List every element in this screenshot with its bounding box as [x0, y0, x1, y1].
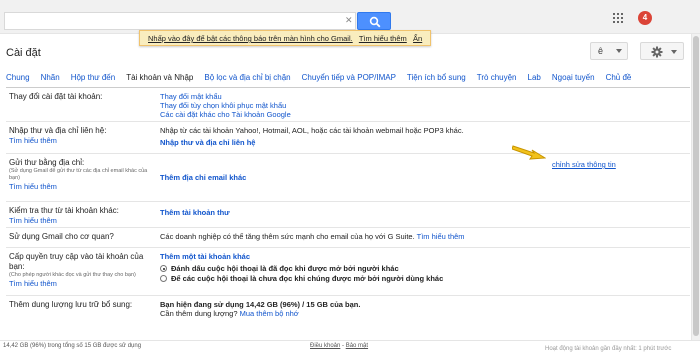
tab-offline[interactable]: Ngoại tuyến	[552, 73, 595, 85]
settings-menu-button[interactable]	[640, 42, 684, 60]
learn-more-link[interactable]: Tìm hiểu thêm	[9, 216, 149, 226]
learn-more-link[interactable]: Tìm hiểu thêm	[417, 232, 465, 241]
mark-read-option[interactable]: Đánh dấu cuộc hội thoại là đã đọc khi đư…	[160, 264, 443, 273]
tab-labels[interactable]: Nhãn	[41, 73, 60, 85]
top-bar: ✕ 4	[0, 0, 700, 34]
radio-unselected[interactable]	[160, 275, 167, 282]
tab-addons[interactable]: Tiện ích bổ sung	[407, 73, 466, 85]
leave-unread-option[interactable]: Để các cuộc hội thoại là chưa đọc khi ch…	[160, 274, 443, 283]
google-account-settings-link[interactable]: Các cài đặt khác cho Tài khoản Google	[160, 110, 291, 119]
scrollbar[interactable]	[691, 34, 700, 340]
add-another-account-button[interactable]: Thêm một tài khoản khác	[160, 252, 443, 261]
search-icon	[369, 16, 381, 28]
footer: 14,42 GB (96%) trong tổng số 15 GB được …	[0, 340, 700, 352]
learn-more-link[interactable]: Tìm hiểu thêm	[9, 182, 149, 192]
row-sublabel: (Sử dụng Gmail để gửi thư từ các địa chỉ…	[9, 168, 148, 181]
row-content: Nhập từ các tài khoản Yahoo!, Hotmail, A…	[160, 126, 464, 147]
tab-labs[interactable]: Lab	[528, 73, 541, 85]
search-button[interactable]	[357, 12, 391, 30]
notification-badge[interactable]: 4	[638, 11, 652, 25]
tab-filters[interactable]: Bộ lọc và địa chỉ bị chặn	[204, 73, 290, 85]
learn-more-link[interactable]: Tìm hiểu thêm	[359, 34, 407, 43]
row-content: Bạn hiện đang sử dụng 14,42 GB (96%) / 1…	[160, 300, 360, 318]
input-tools-button[interactable]: ê	[590, 42, 628, 60]
row-label-text: Kiểm tra thư từ tài khoản khác:	[9, 206, 119, 215]
row-label: Cấp quyền truy cập vào tài khoản của bạn…	[9, 252, 149, 289]
hide-link[interactable]: Ẩn	[413, 34, 422, 43]
learn-more-link[interactable]: Tìm hiểu thêm	[9, 279, 149, 289]
storage-usage-text: Bạn hiện đang sử dụng 14,42 GB (96%) / 1…	[160, 300, 361, 309]
footer-storage-text: 14,42 GB (96%) trong tổng số 15 GB được …	[3, 343, 142, 349]
row-content: Thêm một tài khoản khác Đánh dấu cuộc hộ…	[160, 252, 443, 283]
row-label: Sử dụng Gmail cho cơ quan?	[9, 232, 114, 241]
input-tools-label: ê	[598, 46, 604, 56]
tab-general[interactable]: Chung	[6, 73, 30, 85]
search-input[interactable]	[4, 12, 356, 30]
gear-icon	[651, 46, 663, 58]
row-content: Thêm tài khoản thư	[160, 208, 230, 217]
chevron-down-icon	[616, 49, 622, 53]
settings-row-storage: Thêm dung lượng lưu trữ bổ sung: Bạn hiệ…	[6, 296, 690, 324]
terms-link[interactable]: Điều khoản	[310, 343, 340, 349]
settings-row-import: Nhập thư và địa chỉ liên hệ: Tìm hiểu th…	[6, 122, 690, 154]
settings-row-grant-access: Cấp quyền truy cập vào tài khoản của bạn…	[6, 248, 690, 296]
import-description: Nhập từ các tài khoản Yahoo!, Hotmail, A…	[160, 126, 464, 135]
desktop-notification-banner: Nhấp vào đây để bật các thông báo trên m…	[139, 30, 432, 46]
settings-row-check-mail: Kiểm tra thư từ tài khoản khác: Tìm hiểu…	[6, 202, 690, 228]
change-password-link[interactable]: Thay đổi mật khẩu	[160, 92, 291, 101]
buy-storage-link[interactable]: Mua thêm bộ nhớ	[240, 309, 299, 318]
row-label: Thay đổi cài đặt tài khoản:	[9, 92, 103, 101]
enable-notifications-link[interactable]: Nhấp vào đây để bật các thông báo trên m…	[148, 34, 353, 43]
scrollbar-thumb[interactable]	[693, 36, 699, 336]
option-label: Để các cuộc hội thoại là chưa đọc khi ch…	[171, 274, 444, 283]
settings-row-work: Sử dụng Gmail cho cơ quan? Các doanh ngh…	[6, 228, 690, 248]
settings-tabs: Chung Nhãn Hộp thư đến Tài khoản và Nhập…	[6, 73, 642, 85]
privacy-link[interactable]: Bảo mật	[346, 343, 368, 349]
option-label: Đánh dấu cuộc hội thoại là đã đọc khi đư…	[171, 264, 399, 273]
tab-inbox[interactable]: Hộp thư đến	[71, 73, 116, 85]
row-content: Các doanh nghiệp có thể tăng thêm sức mạ…	[160, 232, 465, 241]
change-recovery-link[interactable]: Thay đổi tùy chọn khôi phục mật khẩu	[160, 101, 291, 110]
learn-more-link[interactable]: Tìm hiểu thêm	[9, 136, 149, 146]
edit-info-link[interactable]: chỉnh sửa thông tin	[552, 160, 616, 169]
row-label-text: Nhập thư và địa chỉ liên hệ:	[9, 126, 107, 135]
account-activity-text: Hoạt động tài khoản gần đây nhất: 1 phút…	[545, 346, 672, 352]
import-mail-button[interactable]: Nhập thư và địa chỉ liên hệ	[160, 138, 464, 147]
apps-grid-icon[interactable]	[613, 13, 623, 23]
settings-row-change-account: Thay đổi cài đặt tài khoản: Thay đổi mật…	[6, 88, 690, 122]
footer-links: Điều khoản - Bảo mật	[310, 343, 368, 349]
need-more-storage-text: Cần thêm dung lượng?	[160, 309, 238, 318]
tab-themes[interactable]: Chủ đề	[606, 73, 632, 85]
clear-search-icon[interactable]: ✕	[345, 15, 353, 26]
row-label: Gửi thư bằng địa chỉ: (Sử dụng Gmail để …	[9, 158, 149, 192]
page-title: Cài đặt	[6, 47, 41, 59]
row-label-text: Cấp quyền truy cập vào tài khoản của bạn…	[9, 252, 144, 271]
row-sublabel: (Cho phép người khác đọc và gửi thư thay…	[9, 272, 136, 278]
row-label-text: Gửi thư bằng địa chỉ:	[9, 158, 85, 167]
add-email-address-button[interactable]: Thêm địa chỉ email khác	[160, 173, 246, 182]
gsuite-description: Các doanh nghiệp có thể tăng thêm sức mạ…	[160, 232, 415, 241]
row-content: Thay đổi mật khẩu Thay đổi tùy chọn khôi…	[160, 92, 291, 119]
row-label: Kiểm tra thư từ tài khoản khác: Tìm hiểu…	[9, 206, 149, 226]
row-content: Thêm địa chỉ email khác	[160, 173, 246, 182]
arrow-annotation-icon	[512, 145, 546, 160]
tab-forwarding[interactable]: Chuyển tiếp và POP/IMAP	[302, 73, 396, 85]
radio-selected[interactable]	[160, 265, 167, 272]
row-label: Thêm dung lượng lưu trữ bổ sung:	[9, 300, 133, 309]
tab-chat[interactable]: Trò chuyện	[477, 73, 517, 85]
settings-table: Thay đổi cài đặt tài khoản: Thay đổi mật…	[6, 88, 690, 324]
chevron-down-icon	[671, 50, 677, 54]
tab-accounts-import[interactable]: Tài khoản và Nhập	[126, 73, 193, 85]
add-mail-account-button[interactable]: Thêm tài khoản thư	[160, 208, 230, 217]
row-label: Nhập thư và địa chỉ liên hệ: Tìm hiểu th…	[9, 126, 149, 146]
